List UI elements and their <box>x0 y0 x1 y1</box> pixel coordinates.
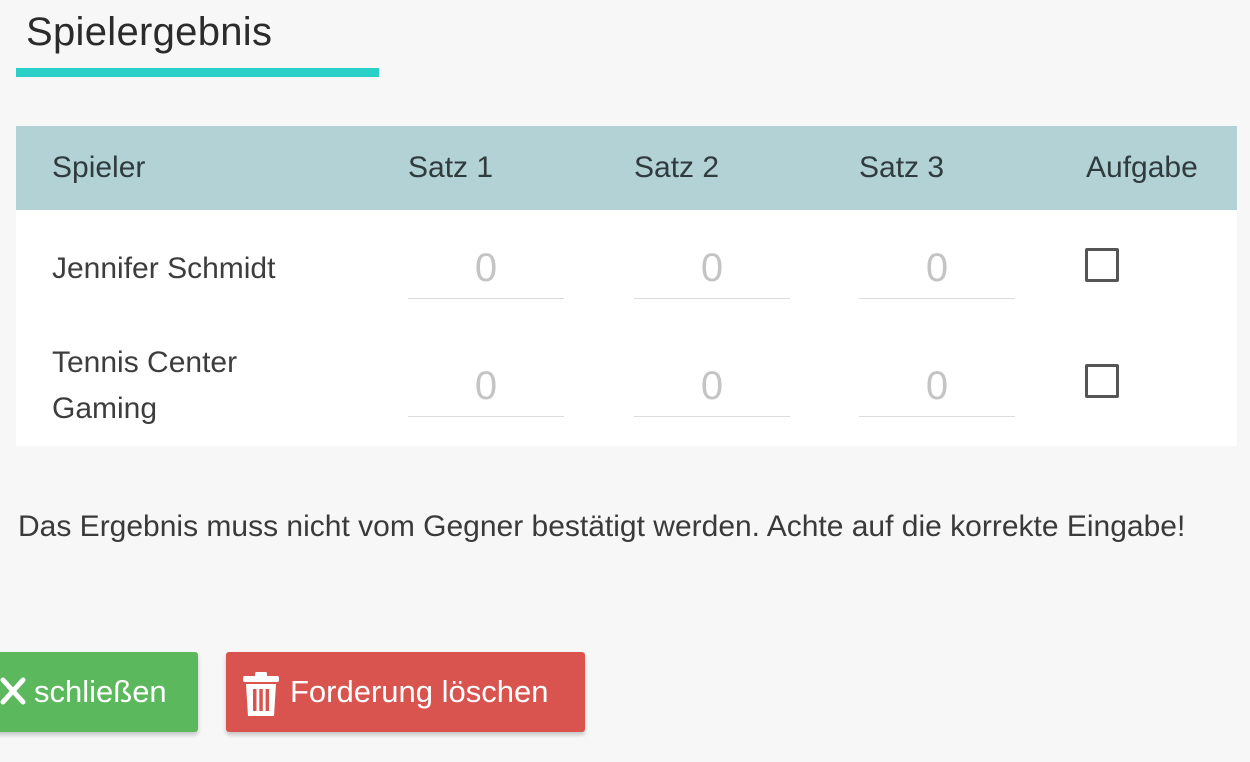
header-set3: Satz 3 <box>859 151 945 184</box>
header-set2: Satz 2 <box>634 151 720 184</box>
player-name: Jennifer Schmidt <box>52 252 276 285</box>
set1-input[interactable]: 0 <box>408 356 564 417</box>
title-underline <box>16 68 379 77</box>
player-name-line1: Tennis Center <box>52 346 238 379</box>
retire-checkbox[interactable] <box>1085 364 1119 398</box>
info-text: Das Ergebnis muss nicht vom Gegner bestä… <box>18 510 1186 543</box>
set3-input[interactable]: 0 <box>859 356 1015 417</box>
delete-button-label: Forderung löschen <box>290 674 549 709</box>
header-player: Spieler <box>52 151 146 184</box>
set2-input[interactable]: 0 <box>634 356 790 417</box>
close-button-label: schließen <box>34 674 167 709</box>
result-table: Spieler Satz 1 Satz 2 Satz 3 Aufgabe Jen… <box>16 126 1237 446</box>
header-set1: Satz 1 <box>408 151 494 184</box>
table-header: Spieler Satz 1 Satz 2 Satz 3 Aufgabe <box>16 126 1237 210</box>
delete-challenge-button[interactable]: Forderung löschen <box>226 652 585 732</box>
header-retire: Aufgabe <box>1086 151 1198 184</box>
retire-checkbox[interactable] <box>1085 248 1119 282</box>
set3-input[interactable]: 0 <box>859 238 1015 299</box>
set1-input[interactable]: 0 <box>408 238 564 299</box>
trash-icon <box>242 668 280 716</box>
close-button[interactable]: schließen <box>0 652 198 732</box>
page-title: Spielergebnis <box>26 10 273 54</box>
player-name-line2: Gaming <box>52 392 158 425</box>
close-icon <box>0 652 26 732</box>
set2-input[interactable]: 0 <box>634 238 790 299</box>
